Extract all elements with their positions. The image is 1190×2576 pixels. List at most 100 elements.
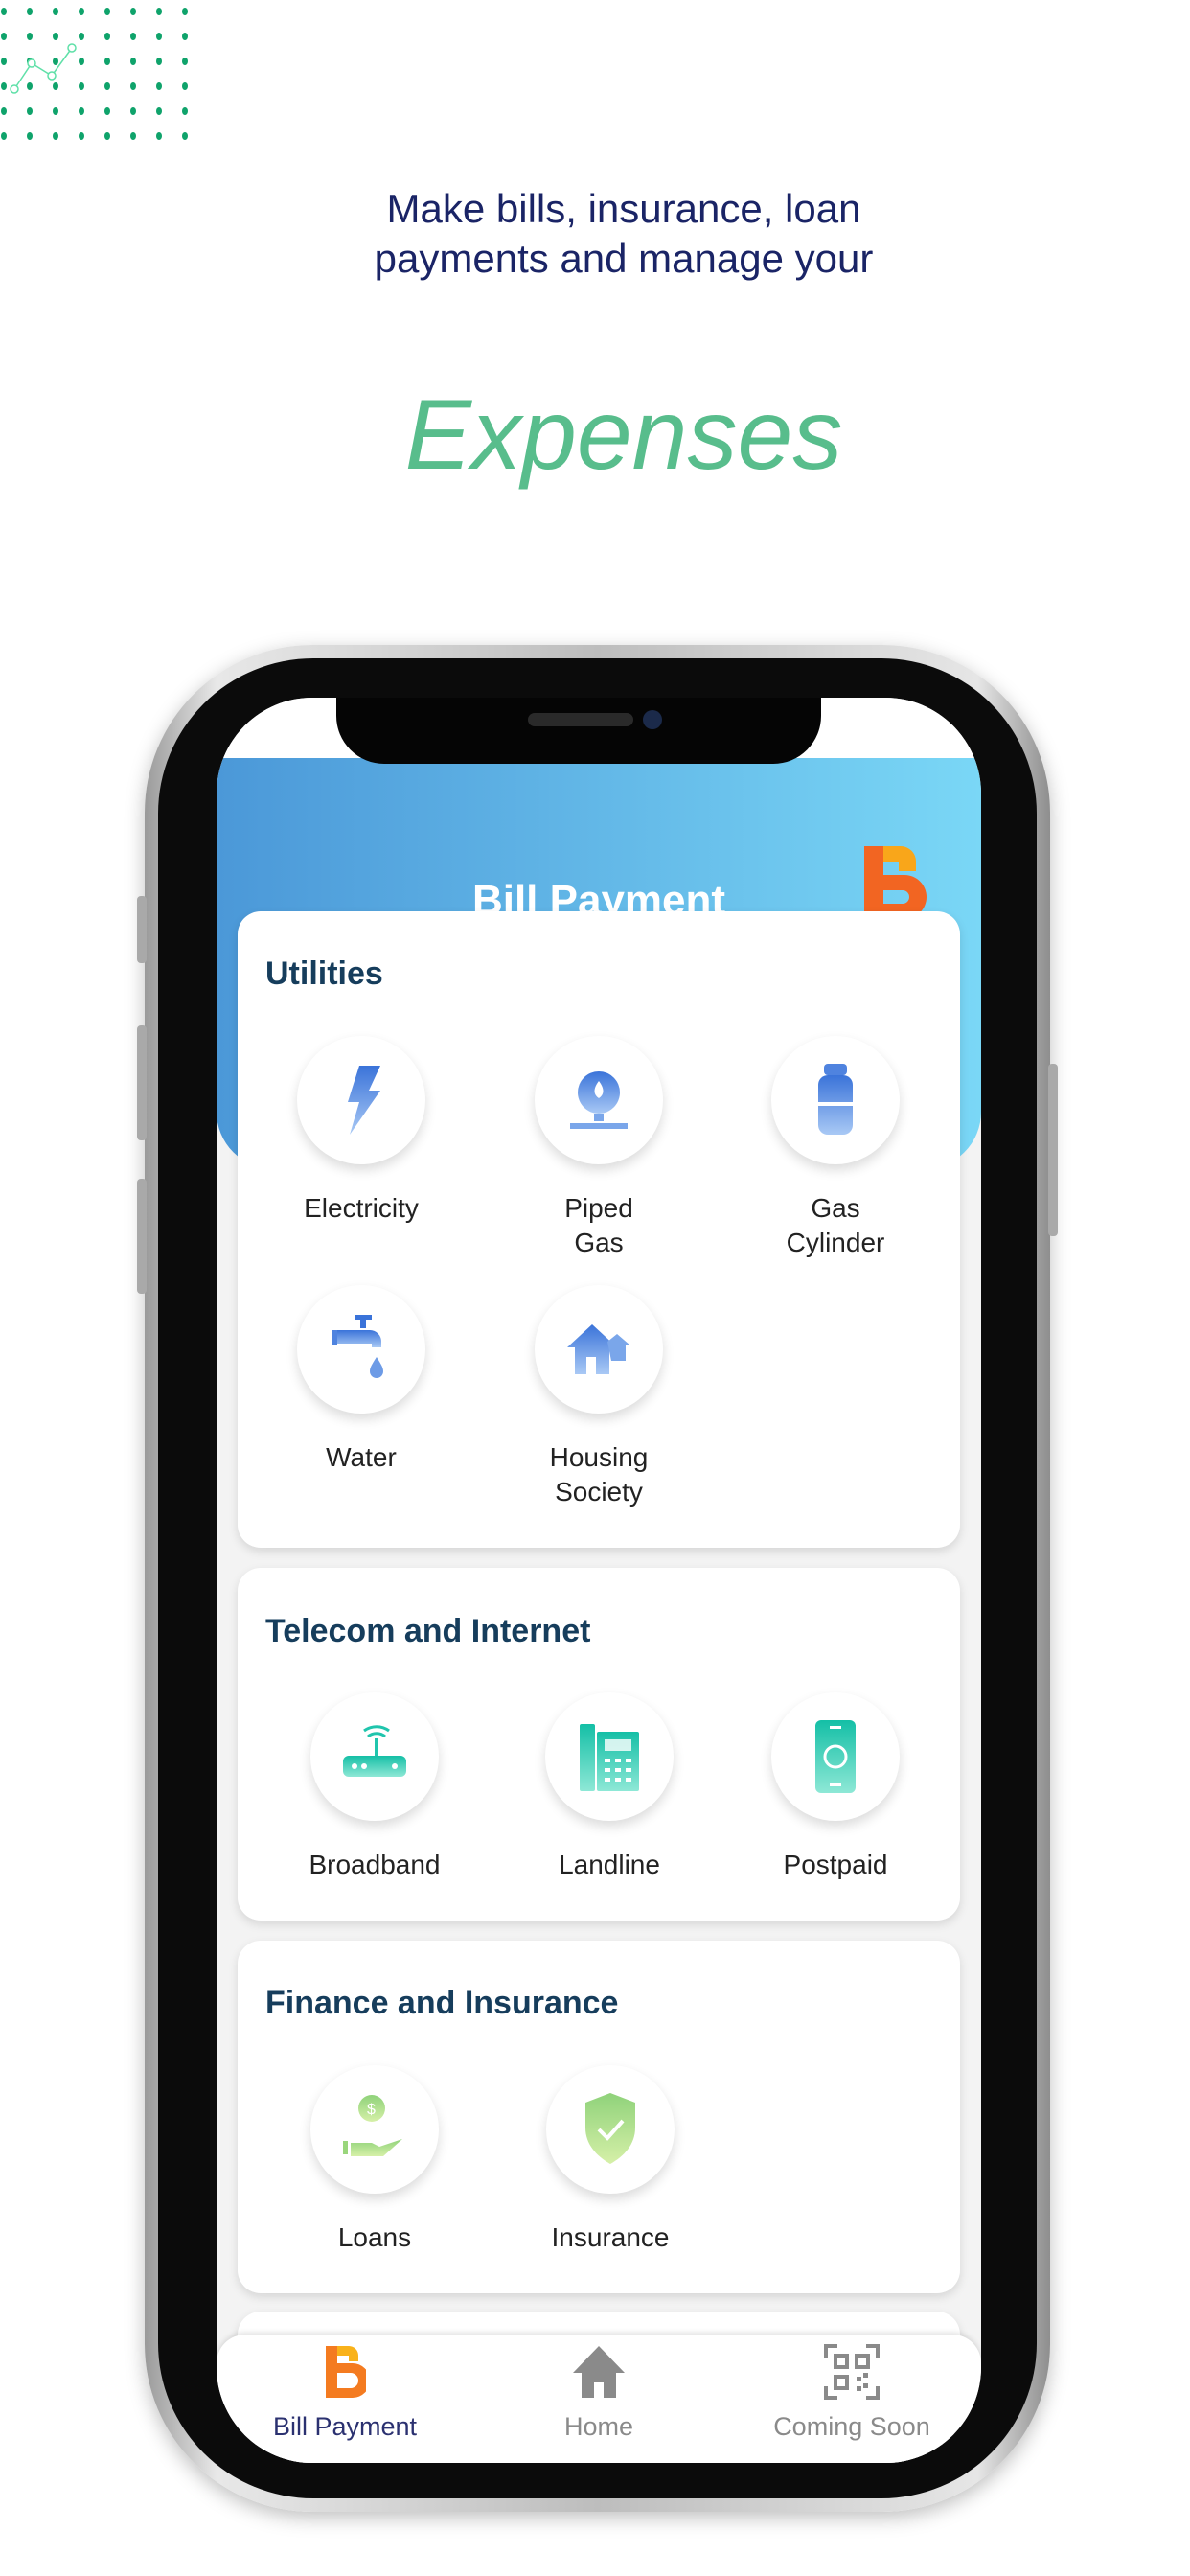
phone-notch (336, 698, 821, 764)
decorative-dot (1, 132, 7, 140)
tile-gas-cylinder[interactable]: Gas Cylinder (749, 1036, 922, 1260)
nav-coming-soon[interactable]: Coming Soon (737, 2344, 967, 2442)
section-finance-insurance: Finance and Insurance $ Loans Insurance (238, 1941, 960, 2293)
phone-volume-down (137, 1179, 147, 1294)
tile-label: Loans (337, 2222, 412, 2252)
nav-home[interactable]: Home (484, 2344, 714, 2442)
decorative-dot (104, 8, 110, 15)
decorative-dot (53, 82, 58, 90)
app-screen: Bill Payment BHARAT BILLPAY Utilities El… (217, 698, 981, 2463)
tile-label: Landline (559, 1850, 660, 1879)
decorative-dot (104, 82, 110, 90)
decorative-dot (27, 8, 33, 15)
tile-electricity[interactable]: Electricity (275, 1036, 447, 1226)
decorative-dot (104, 58, 110, 65)
decorative-dot (53, 107, 58, 115)
decorative-dot (156, 58, 162, 65)
decorative-dot (79, 107, 84, 115)
decorative-dot-grid (1, 8, 188, 140)
home-icon (573, 2346, 625, 2398)
decorative-trend-point (10, 84, 19, 94)
decorative-dot (79, 132, 84, 140)
decorative-dot (156, 8, 162, 15)
decorative-dot (130, 107, 136, 115)
section-utilities: Utilities Electricity Piped Gas Gas Cyli… (238, 911, 960, 1548)
decorative-dot (53, 33, 58, 40)
decorative-dot (182, 8, 188, 15)
tile-label: Piped Gas (564, 1193, 633, 1257)
decorative-dot (182, 82, 188, 90)
decorative-dot (79, 58, 84, 65)
decorative-dot (156, 132, 162, 140)
decorative-trend-point (27, 58, 36, 68)
decorative-dot (53, 132, 58, 140)
decorative-dot (1, 82, 7, 90)
decorative-dot (27, 107, 33, 115)
tile-insurance[interactable]: Insurance (524, 2065, 697, 2255)
section-telecom-internet: Telecom and Internet Broadband Landline … (238, 1568, 960, 1920)
tile-label: Electricity (304, 1193, 419, 1223)
lightning-icon (297, 1036, 425, 1164)
headline-line-1: Make bills, insurance, loan (386, 186, 861, 231)
nav-label: Home (563, 2412, 634, 2441)
tile-loans[interactable]: $ Loans (288, 2065, 461, 2255)
headline-line-2: payments and manage your (374, 236, 874, 281)
loan-hand-coin-icon: $ (310, 2065, 439, 2194)
decorative-dot (130, 33, 136, 40)
decorative-dot (156, 33, 162, 40)
qr-code-icon (824, 2344, 880, 2400)
decorative-dot (27, 33, 33, 40)
decorative-dot (53, 8, 58, 15)
tile-housing-society[interactable]: Housing Society (513, 1285, 685, 1509)
section-title: Finance and Insurance (265, 1985, 619, 2021)
tile-label: Postpaid (783, 1850, 888, 1879)
bharat-billpay-logo-icon (326, 2346, 370, 2398)
decorative-dot (27, 82, 33, 90)
nav-label: Bill Payment (272, 2412, 418, 2441)
decorative-dot (104, 33, 110, 40)
decorative-dot (182, 58, 188, 65)
tile-label: Insurance (551, 2222, 670, 2252)
promo-accent-word: Expenses (404, 380, 843, 491)
decorative-dot (53, 58, 58, 65)
tile-piped-gas[interactable]: Piped Gas (513, 1036, 685, 1260)
mobile-phone-icon (771, 1692, 900, 1821)
tile-landline[interactable]: Landline (523, 1692, 696, 1882)
tile-label: Broadband (309, 1850, 441, 1879)
bottom-nav: Bill Payment Home Coming Soon (217, 2334, 981, 2463)
tile-broadband[interactable]: Broadband (288, 1692, 461, 1882)
decorative-dot (79, 8, 84, 15)
decorative-trend-point (47, 71, 57, 80)
decorative-dot (1, 33, 7, 40)
decorative-dot (182, 107, 188, 115)
shield-check-icon (546, 2065, 675, 2194)
decorative-dot (1, 107, 7, 115)
section-title: Telecom and Internet (265, 1613, 591, 1649)
decorative-dot (130, 132, 136, 140)
decorative-dot (130, 82, 136, 90)
decorative-dot (156, 82, 162, 90)
phone-power-button (1048, 1064, 1058, 1236)
tile-postpaid[interactable]: Postpaid (749, 1692, 922, 1882)
water-tap-icon (297, 1285, 425, 1414)
gas-cylinder-icon (771, 1036, 900, 1164)
front-camera (643, 710, 662, 729)
gas-burner-icon (535, 1036, 663, 1164)
decorative-dot (130, 8, 136, 15)
decorative-dot (79, 33, 84, 40)
decorative-dot (182, 132, 188, 140)
decorative-dot (104, 132, 110, 140)
decorative-dot (79, 82, 84, 90)
nav-bill-payment[interactable]: Bill Payment (230, 2344, 460, 2442)
decorative-dot (27, 132, 33, 140)
landline-phone-icon (545, 1692, 674, 1821)
decorative-dot (1, 8, 7, 15)
decorative-dot (156, 107, 162, 115)
decorative-trend-line (13, 47, 73, 90)
house-icon (535, 1285, 663, 1414)
section-title: Utilities (265, 955, 383, 992)
tile-water[interactable]: Water (275, 1285, 447, 1475)
phone-volume-up (137, 1025, 147, 1140)
svg-text:$: $ (367, 2102, 376, 2118)
decorative-trend-point (67, 43, 77, 53)
